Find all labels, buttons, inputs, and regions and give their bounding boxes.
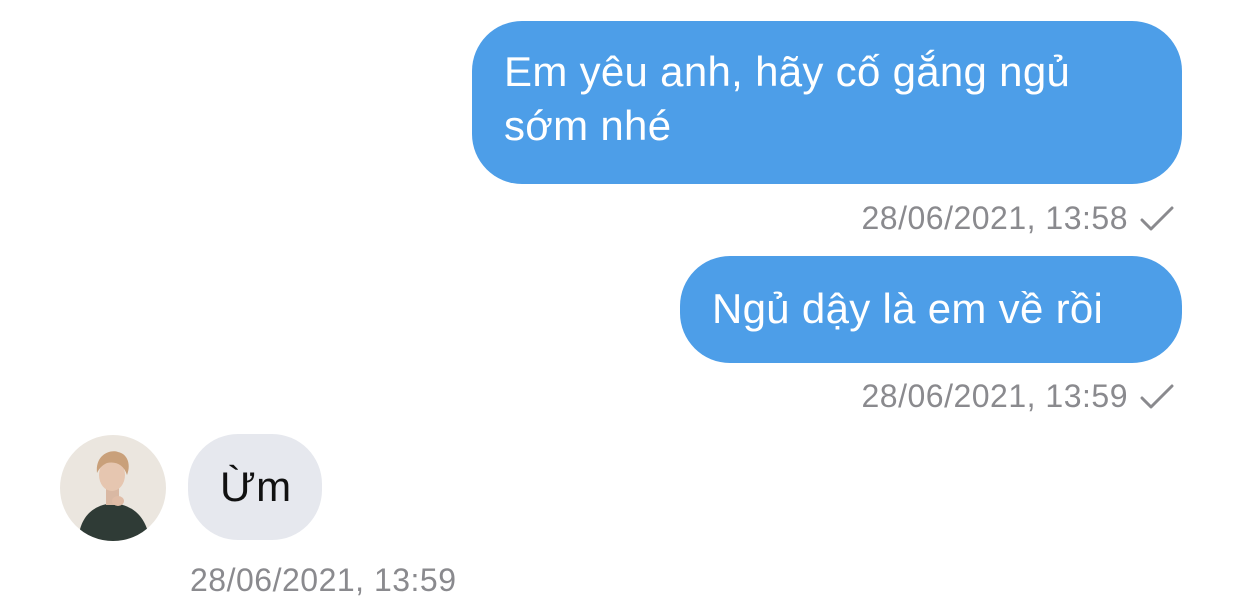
checkmark-icon bbox=[1140, 206, 1174, 232]
outgoing-message-bubble[interactable]: Em yêu anh, hãy cố gắng ngủ sớm nhé bbox=[472, 21, 1182, 184]
contact-avatar[interactable] bbox=[60, 435, 166, 541]
message-text: Em yêu anh, hãy cố gắng ngủ sớm nhé bbox=[504, 48, 1071, 149]
outgoing-message-bubble[interactable]: Ngủ dậy là em về rồi bbox=[680, 256, 1182, 363]
message-text: Ừm bbox=[220, 463, 292, 510]
message-meta: 28/06/2021, 13:59 bbox=[861, 378, 1174, 415]
message-meta: 28/06/2021, 13:58 bbox=[861, 200, 1174, 237]
message-timestamp: 28/06/2021, 13:59 bbox=[190, 562, 457, 598]
message-text: Ngủ dậy là em về rồi bbox=[712, 285, 1104, 332]
message-timestamp: 28/06/2021, 13:58 bbox=[861, 200, 1128, 236]
checkmark-icon bbox=[1140, 384, 1174, 410]
message-timestamp: 28/06/2021, 13:59 bbox=[861, 378, 1128, 414]
incoming-message-bubble[interactable]: Ừm bbox=[188, 434, 322, 540]
